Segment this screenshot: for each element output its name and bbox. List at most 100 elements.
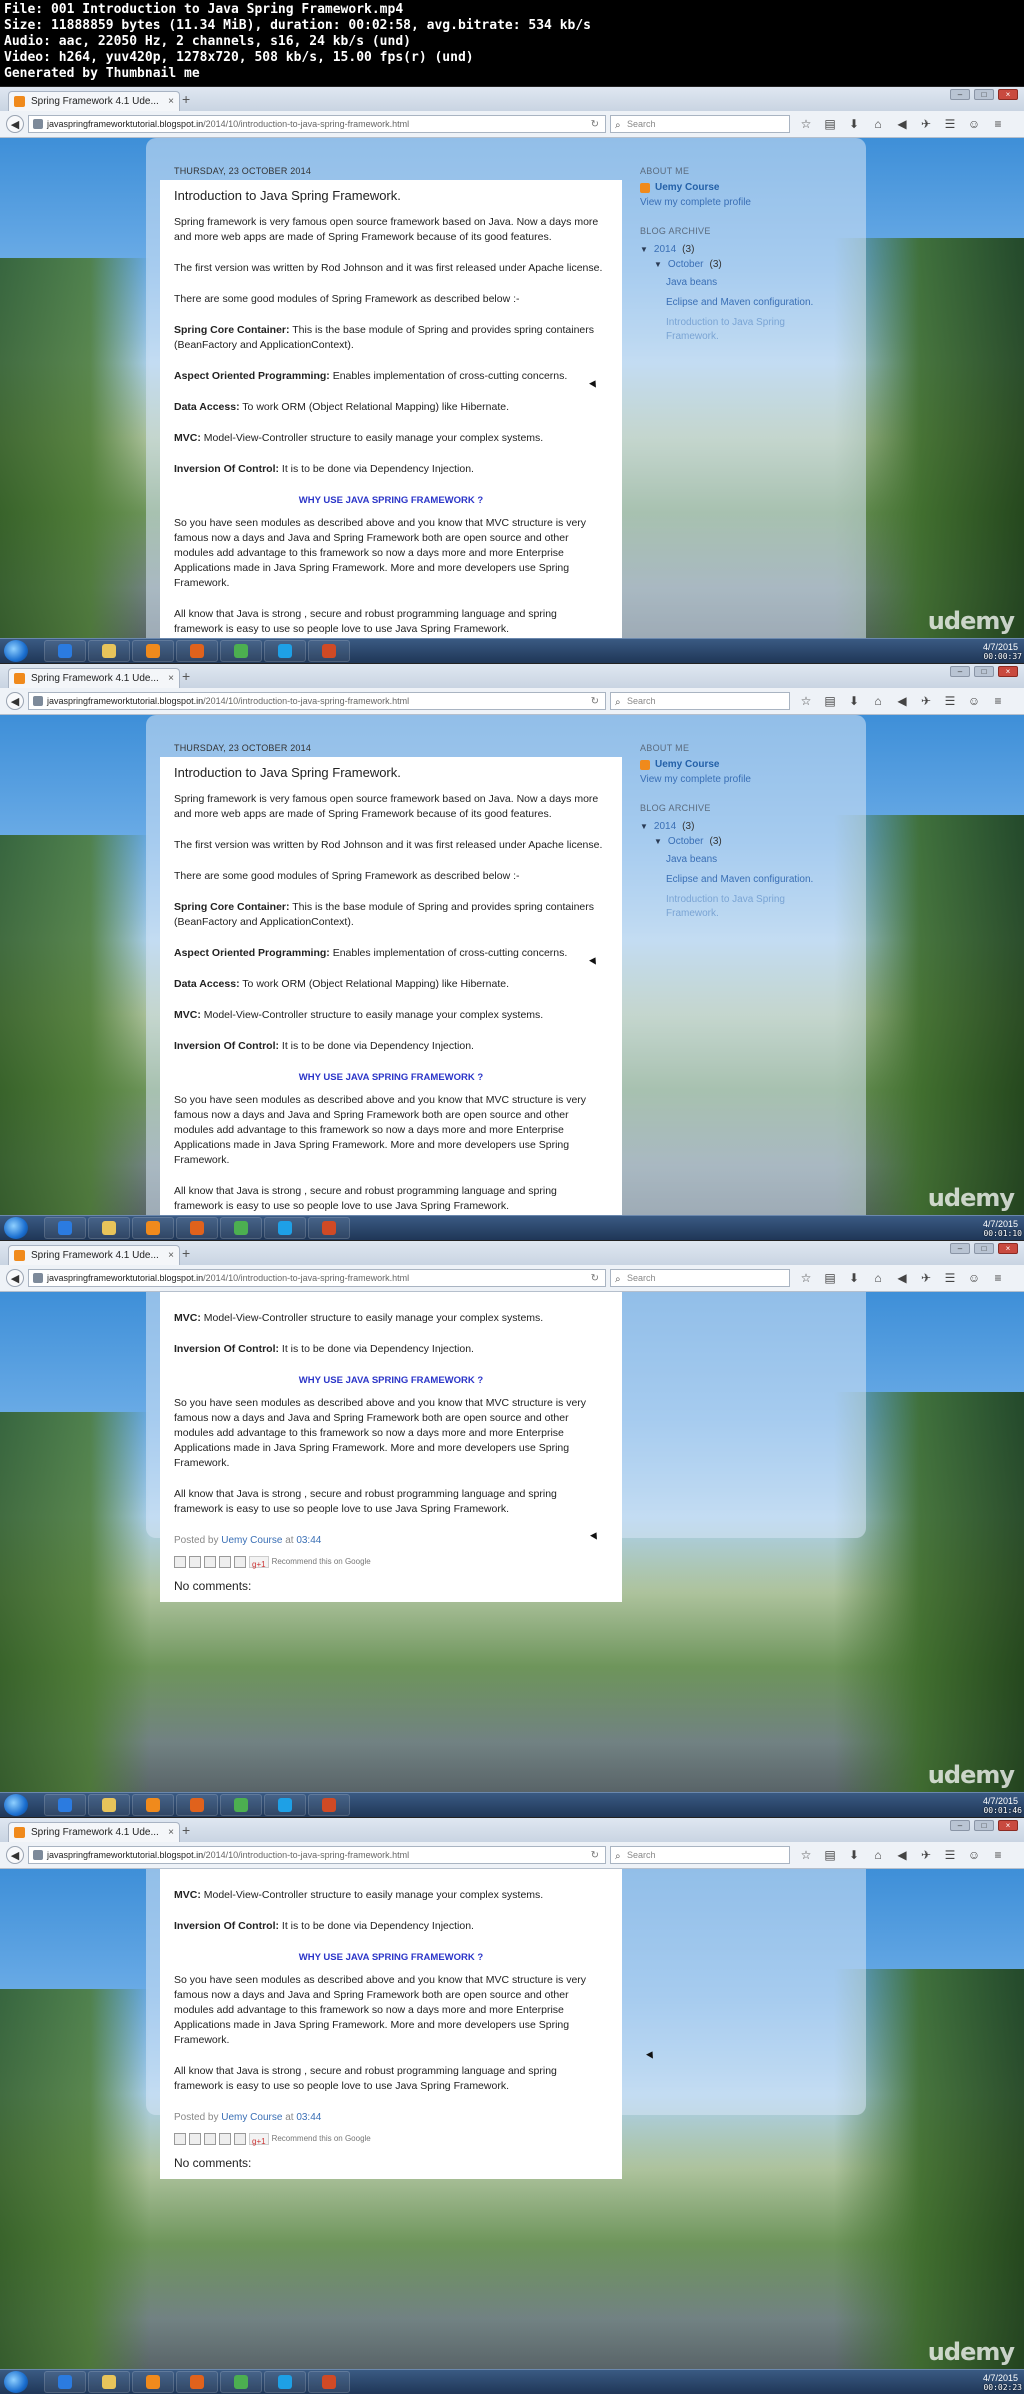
system-tray[interactable]: 4/7/2015 — [983, 1219, 1018, 1229]
menu-icon[interactable]: ≡ — [990, 1270, 1006, 1286]
new-tab-button[interactable]: + — [182, 668, 190, 684]
start-button-icon[interactable] — [4, 1217, 28, 1239]
gplus-button[interactable]: g+1 — [249, 1555, 269, 1569]
home-icon[interactable]: ⌂ — [870, 116, 886, 132]
firefox-taskbar-icon[interactable] — [176, 1794, 218, 1816]
author-link[interactable]: Uemy Course — [221, 1535, 282, 1546]
archive-month[interactable]: ▼ October (3) — [640, 834, 840, 849]
skype-taskbar-icon[interactable] — [264, 1217, 306, 1239]
minimize-icon[interactable]: – — [950, 666, 970, 677]
start-button-icon[interactable] — [4, 2371, 28, 2393]
close-window-icon[interactable]: × — [998, 1820, 1018, 1831]
system-tray[interactable]: 4/7/2015 — [983, 2373, 1018, 2383]
collapse-triangle-icon[interactable]: ▼ — [654, 257, 662, 272]
facebook-share-icon[interactable] — [219, 1555, 231, 1568]
collapse-triangle-icon[interactable]: ▼ — [640, 242, 648, 257]
reload-icon[interactable]: ↻ — [591, 1270, 599, 1286]
new-tab-button[interactable]: + — [182, 91, 190, 107]
chrome-taskbar-icon[interactable] — [220, 2371, 262, 2393]
view-profile-link[interactable]: View my complete profile — [640, 197, 840, 208]
share-icon[interactable]: ✈ — [918, 693, 934, 709]
back-button[interactable]: ◀ — [6, 692, 24, 710]
skype-taskbar-icon[interactable] — [264, 2371, 306, 2393]
new-tab-button[interactable]: + — [182, 1822, 190, 1838]
system-tray[interactable]: 4/7/2015 — [983, 642, 1018, 652]
archive-post-link-current[interactable]: Introduction to Java Spring Framework. — [640, 316, 806, 344]
pocket-icon[interactable]: ◀ — [894, 693, 910, 709]
collapse-triangle-icon[interactable]: ▼ — [654, 834, 662, 849]
pinterest-share-icon[interactable] — [234, 2132, 246, 2145]
archive-year[interactable]: ▼ 2014 (3) — [640, 242, 840, 257]
chrome-taskbar-icon[interactable] — [220, 640, 262, 662]
search-input[interactable]: ⌕ Search — [610, 692, 790, 710]
firefox-taskbar-icon[interactable] — [176, 2371, 218, 2393]
pocket-icon[interactable]: ◀ — [894, 1270, 910, 1286]
url-bar[interactable]: javaspringframeworktutorial.blogspot.in/… — [28, 1269, 606, 1287]
menu-icon[interactable]: ≡ — [990, 116, 1006, 132]
start-button-icon[interactable] — [4, 640, 28, 662]
search-input[interactable]: ⌕ Search — [610, 1269, 790, 1287]
archive-post-link[interactable]: Java beans — [640, 853, 840, 867]
powerpoint-taskbar-icon[interactable] — [308, 640, 350, 662]
close-window-icon[interactable]: × — [998, 666, 1018, 677]
url-bar[interactable]: javaspringframeworktutorial.blogspot.in/… — [28, 692, 606, 710]
twitter-share-icon[interactable] — [204, 1555, 216, 1568]
profile-name[interactable]: Uemy Course — [655, 182, 719, 193]
tab-close-icon[interactable]: × — [168, 669, 174, 688]
chrome-taskbar-icon[interactable] — [220, 1794, 262, 1816]
download-icon[interactable]: ⬇ — [846, 693, 862, 709]
firefox-taskbar-icon[interactable] — [176, 1217, 218, 1239]
minimize-icon[interactable]: – — [950, 1243, 970, 1254]
archive-post-link[interactable]: Java beans — [640, 276, 840, 290]
blogthis-icon[interactable] — [189, 1555, 201, 1568]
pocket-icon[interactable]: ◀ — [894, 116, 910, 132]
bookmark-star-icon[interactable]: ☆ — [798, 693, 814, 709]
home-icon[interactable]: ⌂ — [870, 1847, 886, 1863]
tab-close-icon[interactable]: × — [168, 1823, 174, 1842]
archive-year[interactable]: ▼ 2014 (3) — [640, 819, 840, 834]
download-icon[interactable]: ⬇ — [846, 116, 862, 132]
post-time-link[interactable]: 03:44 — [296, 1535, 321, 1546]
browser-tab[interactable]: Spring Framework 4.1 Ude... × — [8, 1245, 180, 1265]
download-icon[interactable]: ⬇ — [846, 1847, 862, 1863]
archive-month-link[interactable]: October — [668, 834, 704, 849]
bookmark-star-icon[interactable]: ☆ — [798, 1847, 814, 1863]
reading-list-icon[interactable]: ▤ — [822, 693, 838, 709]
archive-post-link[interactable]: Eclipse and Maven configuration. — [640, 873, 840, 887]
hello-icon[interactable]: ☺ — [966, 116, 982, 132]
browser-tab[interactable]: Spring Framework 4.1 Ude... × — [8, 1822, 180, 1842]
bookmark-star-icon[interactable]: ☆ — [798, 116, 814, 132]
ie-taskbar-icon[interactable] — [44, 1794, 86, 1816]
browser-tab[interactable]: Spring Framework 4.1 Ude... × — [8, 668, 180, 688]
close-window-icon[interactable]: × — [998, 89, 1018, 100]
powerpoint-taskbar-icon[interactable] — [308, 2371, 350, 2393]
profile-user[interactable]: Uemy Course — [640, 759, 840, 770]
sidebar-icon[interactable]: ☰ — [942, 116, 958, 132]
system-tray[interactable]: 4/7/2015 — [983, 1796, 1018, 1806]
sidebar-icon[interactable]: ☰ — [942, 1270, 958, 1286]
reload-icon[interactable]: ↻ — [591, 116, 599, 132]
blogthis-icon[interactable] — [189, 2132, 201, 2145]
reading-list-icon[interactable]: ▤ — [822, 1847, 838, 1863]
firefox-taskbar-icon[interactable] — [176, 640, 218, 662]
powerpoint-taskbar-icon[interactable] — [308, 1217, 350, 1239]
search-input[interactable]: ⌕ Search — [610, 1846, 790, 1864]
maximize-icon[interactable]: □ — [974, 666, 994, 677]
sidebar-icon[interactable]: ☰ — [942, 693, 958, 709]
archive-post-link-current[interactable]: Introduction to Java Spring Framework. — [640, 893, 806, 921]
explorer-taskbar-icon[interactable] — [88, 2371, 130, 2393]
hello-icon[interactable]: ☺ — [966, 1847, 982, 1863]
facebook-share-icon[interactable] — [219, 2132, 231, 2145]
archive-year-link[interactable]: 2014 — [654, 819, 676, 834]
reload-icon[interactable]: ↻ — [591, 693, 599, 709]
bookmark-star-icon[interactable]: ☆ — [798, 1270, 814, 1286]
hello-icon[interactable]: ☺ — [966, 693, 982, 709]
ie-taskbar-icon[interactable] — [44, 1217, 86, 1239]
archive-post-link[interactable]: Eclipse and Maven configuration. — [640, 296, 840, 310]
archive-month-link[interactable]: October — [668, 257, 704, 272]
minimize-icon[interactable]: – — [950, 1820, 970, 1831]
reading-list-icon[interactable]: ▤ — [822, 1270, 838, 1286]
skype-taskbar-icon[interactable] — [264, 640, 306, 662]
pinterest-share-icon[interactable] — [234, 1555, 246, 1568]
hello-icon[interactable]: ☺ — [966, 1270, 982, 1286]
